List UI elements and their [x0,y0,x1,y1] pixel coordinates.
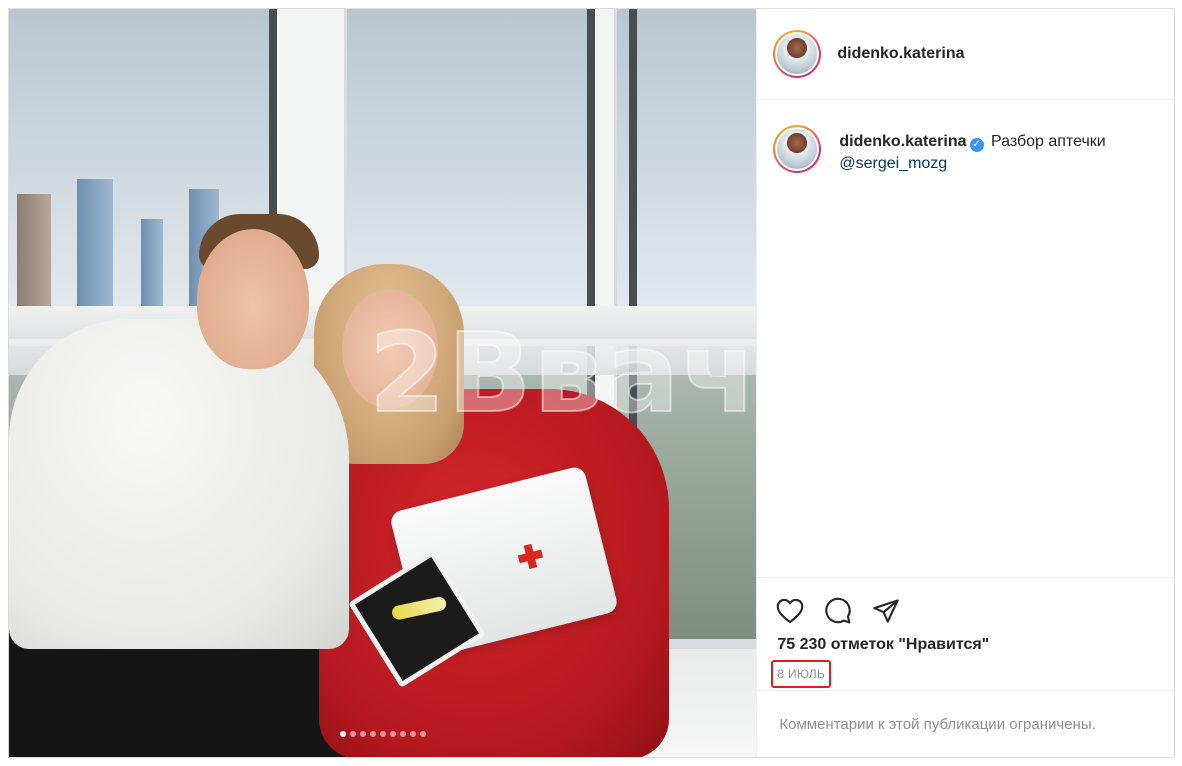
comment-icon [825,597,852,624]
like-button[interactable] [775,596,805,626]
photo-tower [77,179,113,309]
post-date[interactable]: 8 ИЮЛЬ [777,667,825,681]
carousel-dot[interactable] [359,731,366,737]
carousel-dot[interactable] [369,731,376,737]
heart-icon [777,598,804,624]
share-button[interactable] [871,596,901,626]
caption-username[interactable]: didenko.katerina [839,133,966,150]
photo-tower [141,219,163,309]
carousel-dot[interactable] [379,731,386,737]
post-photo[interactable]: 2Ввач [9,9,757,757]
man-figure [9,319,349,649]
post-caption: didenko.katerina ✓ Разбор аптечки @sergei… [773,125,1159,175]
caption-mention-link[interactable]: @sergei_mozg [839,153,1159,175]
carousel-dot[interactable] [409,731,416,737]
avatar[interactable] [773,125,822,173]
post-actions: 75 230 отметок "Нравится" 8 ИЮЛЬ Коммент… [757,577,1174,757]
carousel-dots [9,731,756,737]
caption-text: didenko.katerina ✓ Разбор аптечки @sergei… [839,131,1159,175]
avatar-frame [775,127,820,171]
likes-count[interactable]: 75 230 отметок "Нравится" [777,636,989,654]
watermark: 2Ввач [368,308,757,438]
instagram-post: 2Ввач didenko.katerina didenko.katerina … [8,8,1175,758]
carousel-dot[interactable] [419,731,426,737]
header-username[interactable]: didenko.katerina [837,45,964,63]
post-header: didenko.katerina [757,9,1174,100]
avatar-image [777,129,818,169]
avatar[interactable] [773,30,822,78]
action-icons [775,596,901,626]
verified-badge-icon: ✓ [969,138,984,152]
carousel-dot[interactable] [389,731,396,737]
post-side-panel: didenko.katerina didenko.katerina ✓ Разбо… [756,9,1174,757]
carousel-dot[interactable] [399,731,406,737]
paper-plane-icon [873,599,900,623]
avatar-frame [775,32,820,76]
comment-button[interactable] [823,596,853,626]
comments-disabled-notice: Комментарии к этой публикации ограничены… [757,690,1174,758]
man-figure [197,229,309,369]
photo-tower [17,194,51,309]
carousel-dot[interactable] [349,731,356,737]
date-highlight-box: 8 ИЮЛЬ [771,660,832,688]
avatar-image [777,34,818,74]
carousel-dot[interactable] [339,731,346,737]
caption-body: Разбор аптечки [990,133,1106,150]
